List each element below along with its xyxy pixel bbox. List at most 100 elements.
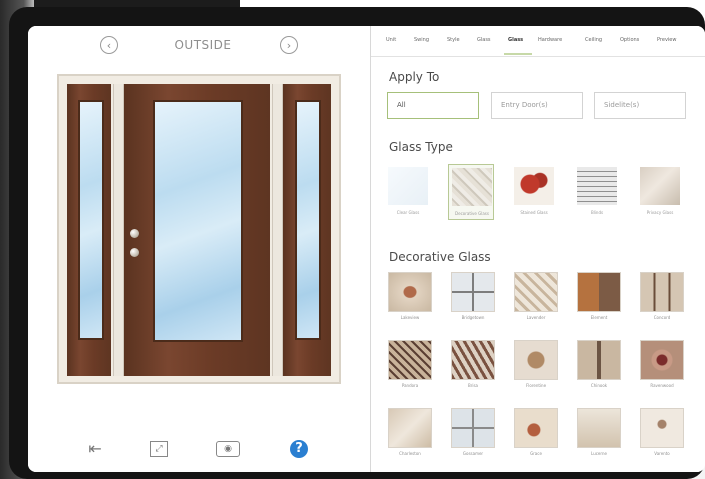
deco-label: Florentine [525, 383, 547, 388]
exit-icon: ⇤ [88, 439, 102, 458]
decorative-glass-thumbnail [452, 168, 492, 206]
deco-label: Charleston [399, 451, 421, 456]
tab-glass-1[interactable]: Glass [477, 37, 491, 43]
tab-unit[interactable]: Unit [386, 37, 396, 43]
deco-ravenwood[interactable]: Ravenwood [639, 340, 685, 390]
lucerne-thumbnail [577, 408, 621, 448]
step-tabs: Unit Swing Style Glass Glass Hardware Ce… [371, 26, 705, 57]
deco-lucerne[interactable]: Lucerne [576, 408, 622, 458]
glass-type-label: Clear Glass [396, 210, 420, 215]
active-tab-indicator [504, 53, 532, 55]
tab-ceiling[interactable]: Ceiling [585, 37, 602, 43]
tab-glass-active[interactable]: Glass [508, 37, 523, 43]
glass-type-heading: Glass Type [389, 140, 453, 154]
lavender-thumbnail [514, 272, 558, 312]
florentine-thumbnail [514, 340, 558, 380]
glass-type-label: Privacy Glass [646, 210, 674, 215]
door-deadbolt [130, 248, 139, 257]
element-thumbnail [577, 272, 621, 312]
door-preview-panel: ‹ OUTSIDE › ⇤ ⤢ ◉ ? [28, 26, 370, 472]
fullscreen-button[interactable]: ⤢ [150, 441, 168, 457]
apply-to-all[interactable]: All [387, 92, 479, 119]
decorative-glass-heading: Decorative Glass [389, 250, 491, 264]
deco-florentine[interactable]: Florentine [513, 340, 559, 390]
deco-chinook[interactable]: Chinook [576, 340, 622, 390]
deco-label: Lavender [526, 315, 546, 320]
right-sidelite-glass [295, 100, 321, 340]
lakeview-thumbnail [388, 272, 432, 312]
blinds-thumbnail [577, 167, 617, 205]
pandora-thumbnail [388, 340, 432, 380]
deco-label: Chinook [590, 383, 608, 388]
tab-hardware[interactable]: Hardware [538, 37, 562, 43]
glass-type-privacy[interactable]: Privacy Glass [637, 164, 683, 220]
deco-label: Concord [653, 315, 671, 320]
deco-label: Grace [530, 451, 542, 456]
apply-to-sidelites[interactable]: Sidelite(s) [594, 92, 686, 119]
glass-type-blinds[interactable]: Blinds [574, 164, 620, 220]
help-icon: ? [295, 441, 303, 456]
deco-label: Lucerne [591, 451, 607, 456]
glass-type-stained[interactable]: Stained Glass [511, 164, 557, 220]
deco-label: Bridgetown [461, 315, 485, 320]
door-knob [130, 229, 139, 238]
stained-glass-thumbnail [514, 167, 554, 205]
tab-style[interactable]: Style [447, 37, 460, 43]
deco-label: Varento [654, 451, 670, 456]
deco-pandora[interactable]: Pandora [387, 340, 433, 390]
exit-button[interactable]: ⇤ [84, 438, 106, 460]
deco-label: Brisa [467, 383, 479, 388]
deco-label: Lakeview [400, 315, 420, 320]
left-jamb [113, 84, 124, 376]
deco-label: Ravenwood [650, 383, 674, 388]
deco-varento[interactable]: Varento [639, 408, 685, 458]
brisa-thumbnail [451, 340, 495, 380]
fullscreen-icon: ⤢ [155, 444, 163, 454]
privacy-glass-thumbnail [640, 167, 680, 205]
concord-thumbnail [640, 272, 684, 312]
glass-type-clear[interactable]: Clear Glass [385, 164, 431, 220]
charleston-thumbnail [388, 408, 432, 448]
tab-swing[interactable]: Swing [414, 37, 429, 43]
deco-gossamer[interactable]: Gossamer [450, 408, 496, 458]
clear-glass-thumbnail [388, 167, 428, 205]
apply-to-heading: Apply To [389, 70, 440, 84]
gossamer-thumbnail [451, 408, 495, 448]
deco-label: Gossamer [462, 451, 484, 456]
options-panel: Unit Swing Style Glass Glass Hardware Ce… [371, 26, 705, 472]
view-label: OUTSIDE [174, 38, 232, 52]
apply-to-entry-doors[interactable]: Entry Door(s) [491, 92, 583, 119]
deco-concord[interactable]: Concord [639, 272, 685, 322]
configurator-screen: ‹ OUTSIDE › ⇤ ⤢ ◉ ? Unit Swing Style Gla… [28, 26, 705, 472]
deco-charleston[interactable]: Charleston [387, 408, 433, 458]
right-jamb [272, 84, 283, 376]
deco-brisa[interactable]: Brisa [450, 340, 496, 390]
entry-door-glass [153, 100, 243, 342]
help-button[interactable]: ? [290, 440, 308, 458]
left-sidelite-glass [78, 100, 104, 340]
glass-type-label: Decorative Glass [455, 211, 489, 216]
tablet-device: ‹ OUTSIDE › ⇤ ⤢ ◉ ? Unit Swing Style Gla… [9, 7, 705, 479]
deco-element[interactable]: Element [576, 272, 622, 322]
deco-label: Element [590, 315, 608, 320]
deco-lakeview[interactable]: Lakeview [387, 272, 433, 322]
tab-preview[interactable]: Preview [657, 37, 676, 43]
bridgetown-thumbnail [451, 272, 495, 312]
chinook-thumbnail [577, 340, 621, 380]
glass-type-decorative[interactable]: Decorative Glass [448, 164, 494, 220]
glass-type-label: Blinds [590, 210, 604, 215]
door-frame [57, 74, 341, 384]
deco-lavender[interactable]: Lavender [513, 272, 559, 322]
deco-grace[interactable]: Grace [513, 408, 559, 458]
deco-bridgetown[interactable]: Bridgetown [450, 272, 496, 322]
varento-thumbnail [640, 408, 684, 448]
camera-icon: ◉ [224, 444, 232, 454]
ravenwood-thumbnail [640, 340, 684, 380]
deco-label: Pandora [401, 383, 419, 388]
tab-options[interactable]: Options [620, 37, 639, 43]
camera-button[interactable]: ◉ [216, 441, 240, 457]
glass-type-label: Stained Glass [520, 210, 548, 215]
chevron-right-icon[interactable]: › [280, 36, 298, 54]
grace-thumbnail [514, 408, 558, 448]
chevron-left-icon[interactable]: ‹ [100, 36, 118, 54]
